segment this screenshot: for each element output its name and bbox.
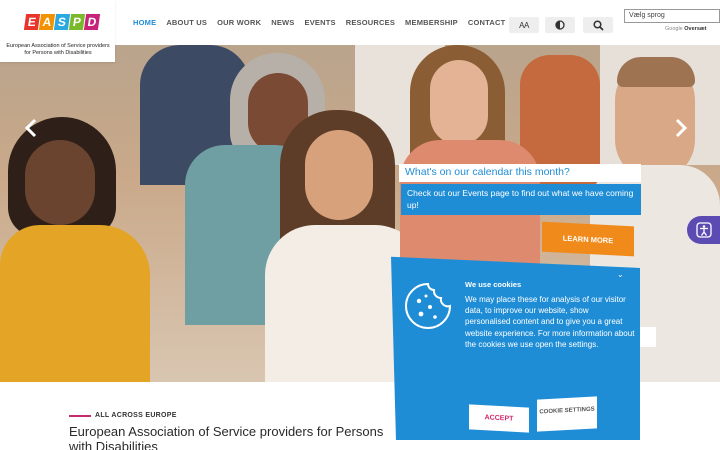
chevron-left-icon [24, 118, 37, 138]
font-size-button[interactable]: AA [509, 17, 539, 33]
google-translate-credit: Google Oversæt [665, 26, 707, 32]
search-button[interactable] [583, 17, 613, 33]
cookie-settings-button[interactable]: COOKIE SETTINGS [537, 396, 597, 432]
language-select[interactable]: Vælg sprog [624, 9, 720, 23]
logo-subtitle: European Association of Service provider… [6, 43, 110, 56]
google-label: Google [665, 26, 683, 32]
nav-events[interactable]: EVENTS [305, 18, 336, 27]
nav-membership[interactable]: MEMBERSHIP [405, 18, 458, 27]
tag-label: ALL ACROSS EUROPE [95, 412, 177, 419]
carousel-prev-button[interactable] [24, 118, 38, 144]
tag-divider [69, 414, 91, 417]
nav-news[interactable]: NEWS [271, 18, 294, 27]
cookie-text: We may place these for analysis of our v… [465, 295, 635, 349]
carousel-indicator[interactable] [638, 327, 656, 347]
site-logo[interactable]: E A S P D European Association of Servic… [0, 0, 115, 62]
cookie-accept-button[interactable]: ACCEPT [469, 404, 529, 433]
carousel-next-button[interactable] [674, 118, 688, 144]
language-select-placeholder: Vælg sprog [629, 12, 665, 19]
nav-resources[interactable]: RESOURCES [346, 18, 395, 27]
logo-letter-d: D [83, 14, 101, 30]
page-title: European Association of Service provider… [69, 424, 384, 450]
accessibility-icon [695, 222, 712, 238]
chevron-right-icon [675, 118, 688, 138]
learn-more-button[interactable]: LEARN MORE [542, 221, 634, 257]
logo-letter-e: E [23, 14, 41, 30]
search-icon [592, 19, 604, 31]
logo-wordmark: E A S P D [23, 14, 101, 30]
nav-contact[interactable]: CONTACT [468, 18, 506, 27]
contrast-icon [555, 20, 565, 30]
contrast-button[interactable] [545, 17, 575, 33]
calendar-description: Check out our Events page to find out wh… [401, 184, 641, 215]
nav-home[interactable]: HOME [133, 18, 156, 27]
cookie-title: We use cookies [465, 280, 522, 289]
cookie-icon [405, 282, 452, 329]
cookie-banner: ⌄ We use cookies We may place these for … [391, 256, 640, 440]
nav-about-us[interactable]: ABOUT US [166, 18, 207, 27]
section-tag: ALL ACROSS EUROPE [69, 412, 177, 419]
accessibility-button[interactable] [687, 216, 720, 244]
calendar-heading: What's on our calendar this month? [399, 164, 641, 182]
main-nav: HOME ABOUT US OUR WORK NEWS EVENTS RESOU… [133, 18, 505, 27]
translate-link[interactable]: Oversæt [684, 26, 706, 32]
logo-letter-s: S [53, 14, 71, 30]
font-size-label: AA [519, 20, 529, 30]
nav-our-work[interactable]: OUR WORK [217, 18, 261, 27]
logo-letter-a: A [38, 14, 56, 30]
logo-letter-p: P [68, 14, 86, 30]
cookie-collapse-button[interactable]: ⌄ [617, 270, 624, 279]
